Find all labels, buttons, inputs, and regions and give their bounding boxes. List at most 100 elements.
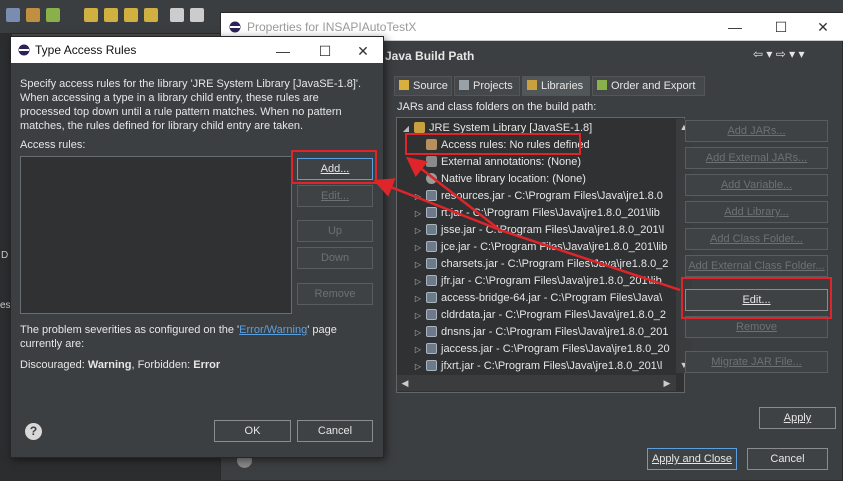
add-jars-button[interactable]: Add JARs...	[685, 120, 828, 142]
discouraged-label: Discouraged:	[20, 359, 88, 371]
migrate-jar-button[interactable]: Migrate JAR File...	[685, 351, 828, 373]
jar-icon	[426, 275, 437, 286]
tree-row-label: jfxrt.jar - C:\Program Files\Java\jre1.8…	[441, 360, 663, 372]
ide-left-text: D	[1, 250, 9, 261]
apply-button[interactable]: Apply	[759, 407, 836, 429]
minimize-button[interactable]: —	[715, 17, 755, 37]
up-rule-button[interactable]: Up	[297, 220, 373, 242]
toolbar-icon[interactable]	[144, 8, 158, 22]
tab-label: Projects	[473, 80, 513, 92]
severity-prefix: The problem severities as configured on …	[20, 324, 240, 336]
nav-arrows[interactable]: ⇦ ▾ ⇨ ▾ ▾	[753, 47, 805, 61]
remove-button[interactable]: Remove	[685, 316, 828, 338]
scroll-left-icon[interactable]: ◀	[397, 375, 413, 391]
toolbar-icon[interactable]	[124, 8, 138, 22]
maximize-button[interactable]: ☐	[305, 41, 345, 61]
tree-row[interactable]: ▷ dnsns.jar - C:\Program Files\Java\jre1.…	[413, 324, 668, 341]
ide-bottom-strip	[0, 458, 220, 481]
tree-row[interactable]: ▷ charsets.jar - C:\Program Files\Java\jr…	[413, 256, 668, 273]
add-external-jars-button[interactable]: Add External JARs...	[685, 147, 828, 169]
tree-row[interactable]: External annotations: (None)	[413, 154, 581, 171]
maximize-button[interactable]: ☐	[761, 17, 801, 37]
ext-icon	[426, 156, 437, 167]
jar-icon	[426, 258, 437, 269]
tree-row-label: resources.jar - C:\Program Files\Java\jr…	[441, 190, 663, 202]
tree-row[interactable]: ▷ jaccess.jar - C:\Program Files\Java\jre…	[413, 341, 670, 358]
apply-and-close-button[interactable]: Apply and Close	[647, 448, 737, 470]
help-icon[interactable]: ?	[25, 423, 42, 440]
tree-row[interactable]: ▷ jsse.jar - C:\Program Files\Java\jre1.8…	[413, 222, 664, 239]
expand-icon[interactable]: ▷	[413, 188, 423, 205]
tree-row[interactable]: Native library location: (None)	[413, 171, 586, 188]
add-class-folder-button[interactable]: Add Class Folder...	[685, 228, 828, 250]
severity-text: The problem severities as configured on …	[20, 323, 370, 351]
jar-icon	[426, 207, 437, 218]
tab-projects[interactable]: Projects	[454, 76, 520, 96]
tar-description: Specify access rules for the library 'JR…	[20, 78, 362, 132]
add-variable-button[interactable]: Add Variable...	[685, 174, 828, 196]
tab-order-export[interactable]: Order and Export	[592, 76, 705, 96]
expand-icon[interactable]: ▷	[413, 222, 423, 239]
tree-row[interactable]: ▷ resources.jar - C:\Program Files\Java\j…	[413, 188, 663, 205]
jar-icon	[426, 309, 437, 320]
down-rule-button[interactable]: Down	[297, 247, 373, 269]
tab-source[interactable]: Source	[394, 76, 452, 96]
tab-label: Order and Export	[611, 80, 696, 92]
expand-icon[interactable]: ▷	[413, 273, 423, 290]
tab-label: Libraries	[541, 80, 584, 92]
expand-icon[interactable]: ▷	[413, 205, 423, 222]
tree-row-label: dnsns.jar - C:\Program Files\Java\jre1.8…	[441, 326, 669, 338]
toolbar-icon[interactable]	[170, 8, 184, 22]
eclipse-icon	[229, 21, 241, 33]
remove-rule-button[interactable]: Remove	[297, 283, 373, 305]
highlight-add	[291, 150, 377, 184]
access-rules-list[interactable]	[20, 156, 292, 314]
tar-cancel-button[interactable]: Cancel	[297, 420, 373, 442]
build-path-tree[interactable]: ◢ JRE System Library [JavaSE-1.8] Access r…	[396, 117, 685, 393]
expand-icon[interactable]: ▷	[413, 256, 423, 273]
tree-row[interactable]: ▷ jfr.jar - C:\Program Files\Java\jre1.8.…	[413, 273, 662, 290]
tree-row-label: jsse.jar - C:\Program Files\Java\jre1.8.…	[441, 224, 665, 236]
add-library-button[interactable]: Add Library...	[685, 201, 828, 223]
tree-row-label: cldrdata.jar - C:\Program Files\Java\jre…	[441, 309, 666, 321]
toolbar-icon[interactable]	[104, 8, 118, 22]
horizontal-scrollbar[interactable]: ◀ ▶	[397, 375, 676, 391]
expand-icon[interactable]: ▷	[413, 239, 423, 256]
build-path-label: JARs and class folders on the build path…	[397, 101, 597, 113]
cancel-button[interactable]: Cancel	[747, 448, 828, 470]
edit-rule-button[interactable]: Edit...	[297, 185, 373, 207]
ok-button[interactable]: OK	[214, 420, 291, 442]
tree-row[interactable]: ▷ access-bridge-64.jar - C:\Program Files…	[413, 290, 662, 307]
tree-row[interactable]: ▷ jce.jar - C:\Program Files\Java\jre1.8.…	[413, 239, 667, 256]
jar-icon	[426, 343, 437, 354]
toolbar-icon[interactable]	[26, 8, 40, 22]
tar-title-bar[interactable]: Type Access Rules — ☐ ✕	[11, 37, 383, 63]
scroll-right-icon[interactable]: ▶	[659, 375, 675, 391]
expand-icon[interactable]: ▷	[413, 307, 423, 324]
toolbar-icon[interactable]	[6, 8, 20, 22]
tab-libraries[interactable]: Libraries	[522, 76, 590, 96]
close-button[interactable]: ✕	[803, 17, 843, 37]
toolbar-icon[interactable]	[190, 8, 204, 22]
error-warning-link[interactable]: Error/Warning	[239, 324, 307, 336]
expand-icon[interactable]: ▷	[413, 324, 423, 341]
tree-row-label: jce.jar - C:\Program Files\Java\jre1.8.0…	[441, 241, 668, 253]
highlight-edit	[681, 277, 832, 319]
close-button[interactable]: ✕	[343, 41, 383, 61]
tree-row-label: Native library location: (None)	[441, 173, 586, 185]
minimize-button[interactable]: —	[263, 41, 303, 61]
projects-icon	[459, 80, 469, 90]
tree-row-label: jfr.jar - C:\Program Files\Java\jre1.8.0…	[441, 275, 662, 287]
toolbar-icon[interactable]	[84, 8, 98, 22]
tree-row[interactable]: ▷ jfxrt.jar - C:\Program Files\Java\jre1.…	[413, 358, 662, 375]
expand-icon[interactable]: ▷	[413, 341, 423, 358]
tree-row[interactable]: ▷ cldrdata.jar - C:\Program Files\Java\jr…	[413, 307, 666, 324]
highlight-access-rules	[405, 133, 581, 155]
access-rules-label: Access rules:	[20, 139, 86, 151]
expand-icon[interactable]: ▷	[413, 358, 423, 375]
expand-icon[interactable]: ▷	[413, 290, 423, 307]
tree-row[interactable]: ▷ rt.jar - C:\Program Files\Java\jre1.8.0…	[413, 205, 660, 222]
toolbar-icon[interactable]	[46, 8, 60, 22]
severity-separator: , Forbidden:	[131, 359, 194, 371]
add-external-class-folder-button[interactable]: Add External Class Folder...	[685, 255, 828, 277]
